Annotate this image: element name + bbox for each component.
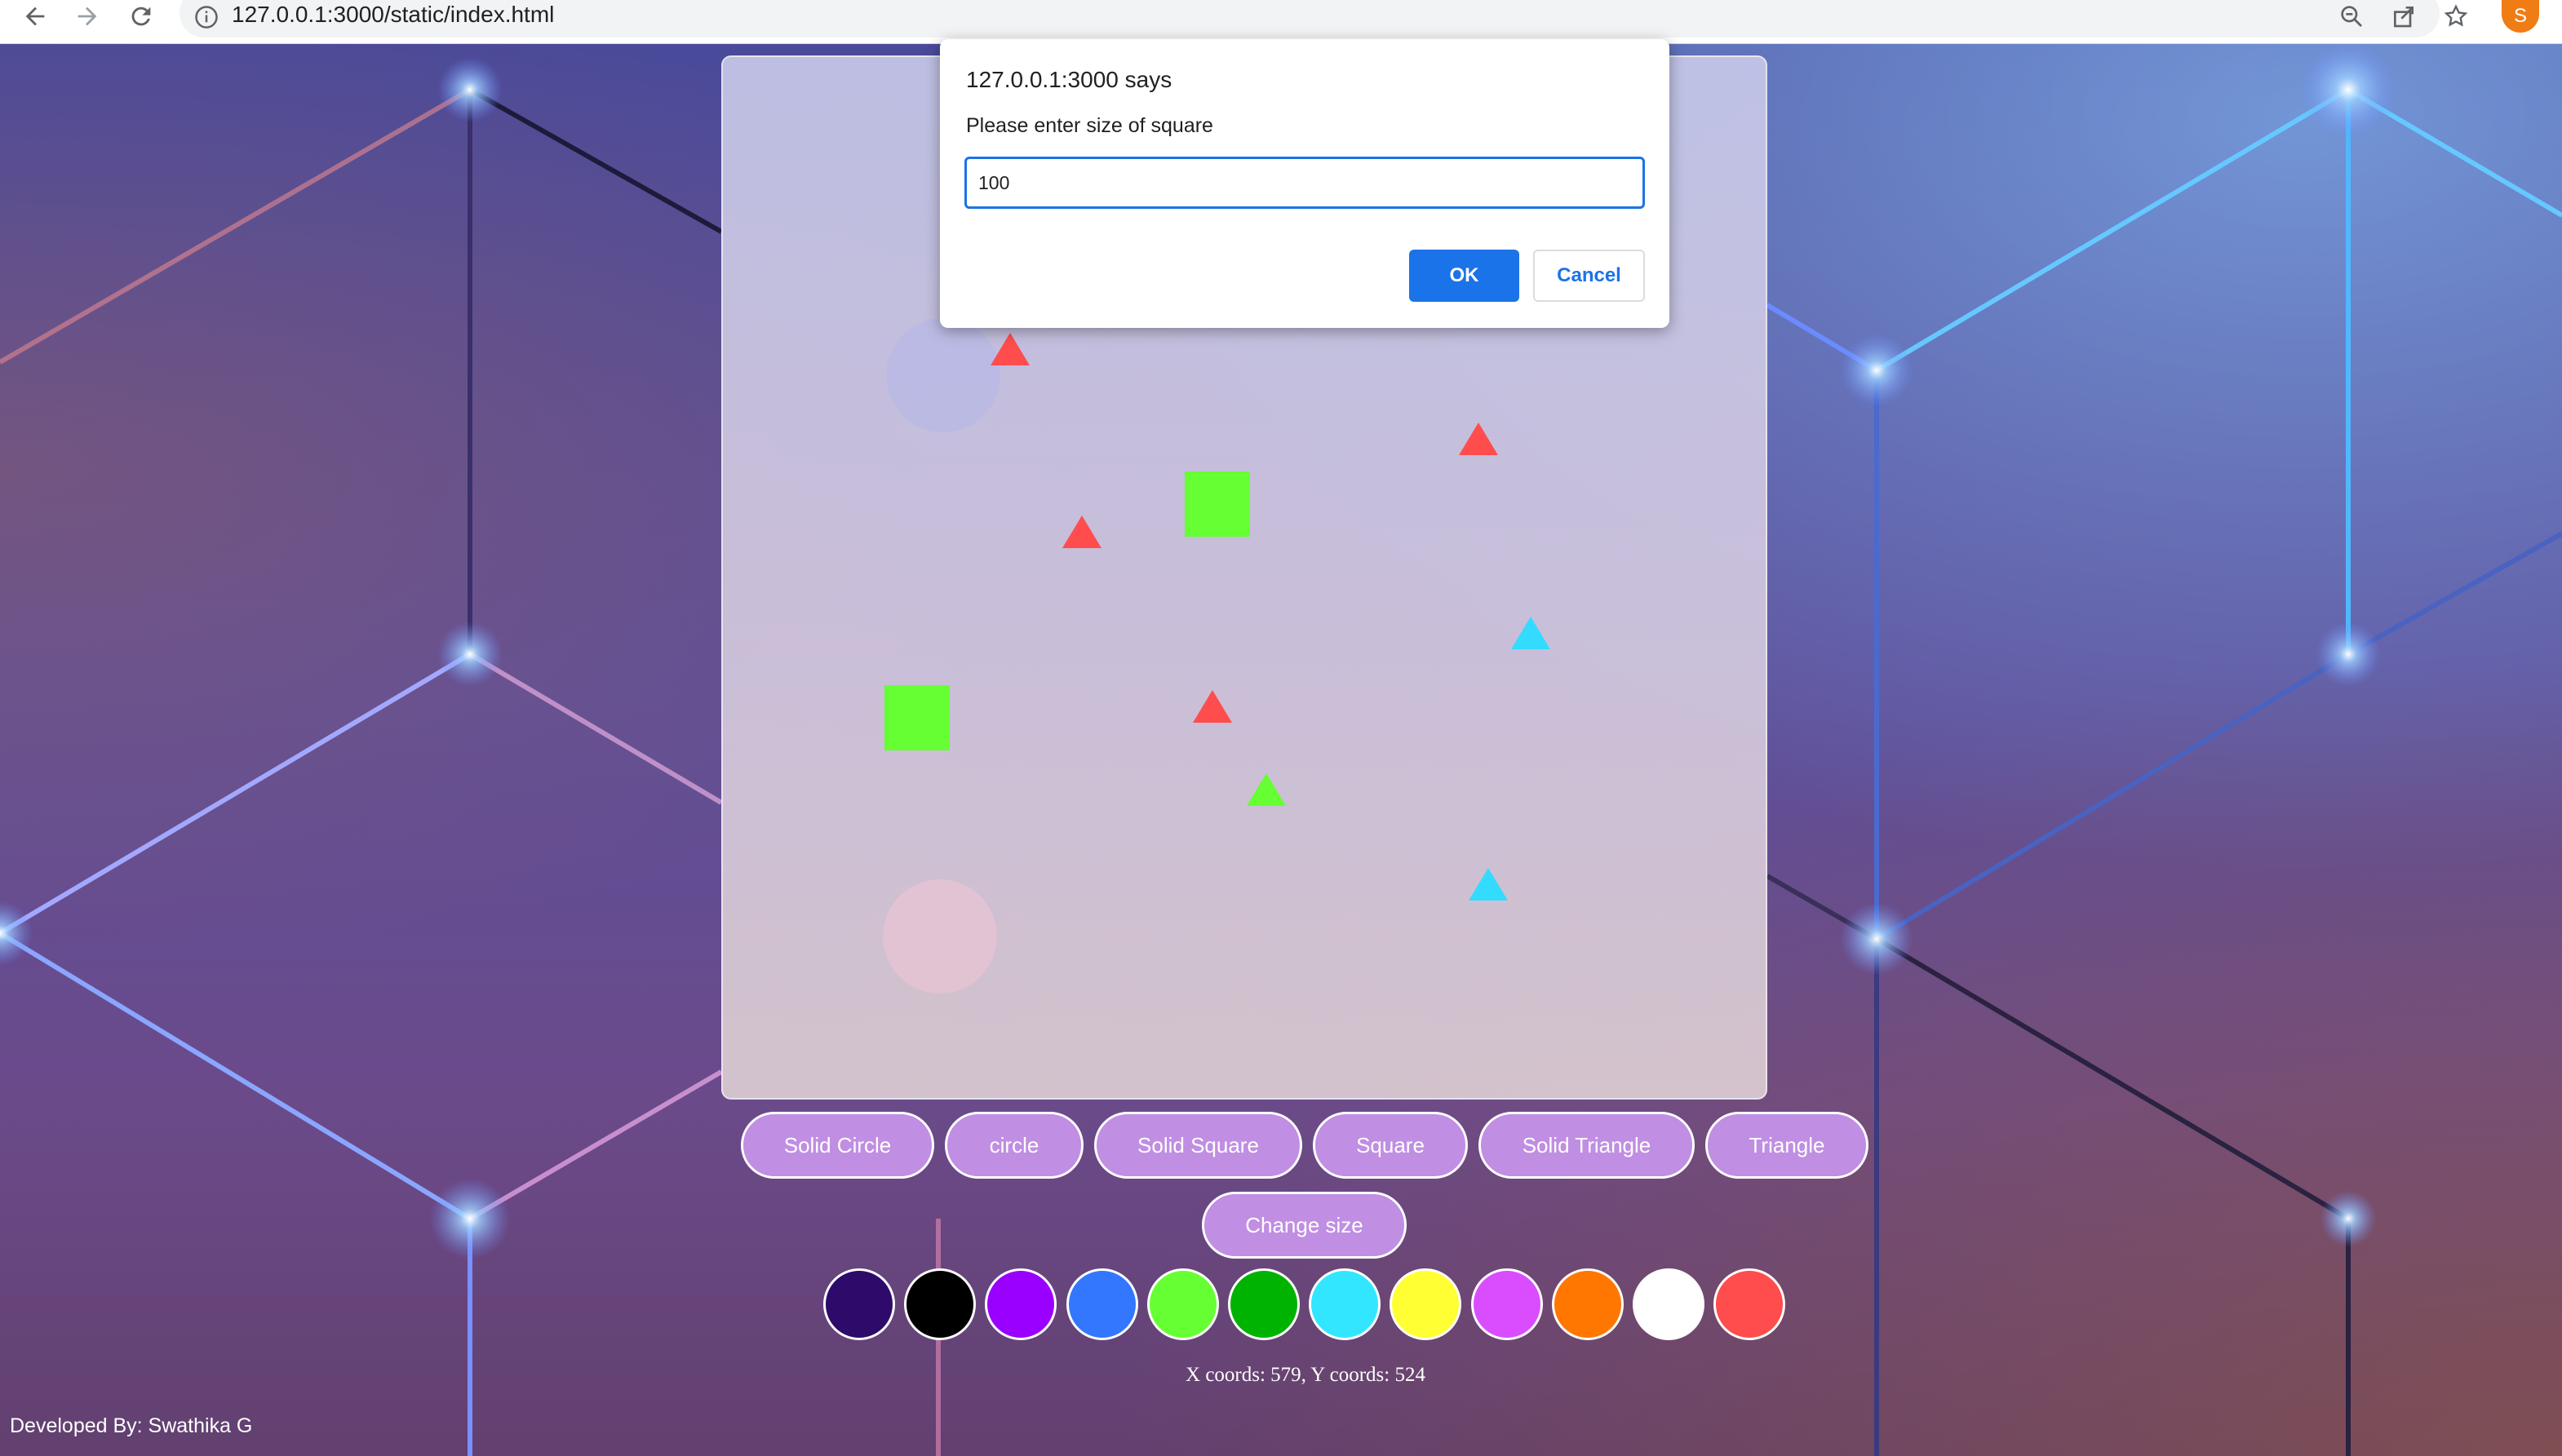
- canvas-triangle: [1247, 773, 1286, 806]
- canvas-triangle: [1469, 868, 1508, 901]
- color-swatch[interactable]: [904, 1268, 977, 1340]
- zoom-out-icon[interactable]: [2335, 0, 2368, 33]
- circle-button[interactable]: circle: [945, 1112, 1084, 1179]
- browser-toolbar: 127.0.0.1:3000/static/index.html S: [0, 0, 2562, 44]
- developer-credit: Developed By: Swathika G: [10, 1414, 253, 1437]
- square-button[interactable]: Square: [1313, 1112, 1468, 1179]
- color-swatch[interactable]: [1470, 1268, 1543, 1340]
- color-swatch[interactable]: [1633, 1268, 1704, 1340]
- forward-arrow-icon[interactable]: [67, 0, 108, 33]
- color-swatch[interactable]: [1228, 1268, 1300, 1340]
- url-text: 127.0.0.1:3000/static/index.html: [232, 2, 555, 27]
- color-swatch[interactable]: [985, 1268, 1057, 1340]
- canvas-square: [1185, 471, 1250, 537]
- color-swatch[interactable]: [1066, 1268, 1138, 1340]
- coordinates-readout: X coords: 579, Y coords: 524: [1186, 1364, 1425, 1386]
- solid-triangle-button[interactable]: Solid Triangle: [1478, 1112, 1695, 1179]
- prompt-dialog: 127.0.0.1:3000 says Please enter size of…: [940, 39, 1669, 328]
- square-size-input[interactable]: [964, 157, 1645, 209]
- color-swatch[interactable]: [1309, 1268, 1381, 1340]
- canvas-triangle: [1062, 516, 1101, 548]
- back-arrow-icon[interactable]: [15, 0, 55, 33]
- color-swatch[interactable]: [823, 1268, 895, 1340]
- color-swatch[interactable]: [1146, 1268, 1219, 1340]
- canvas-square: [884, 685, 950, 750]
- dialog-title: 127.0.0.1:3000 says: [966, 67, 1172, 92]
- canvas-triangle: [991, 333, 1030, 365]
- triangle-button[interactable]: Triangle: [1705, 1112, 1868, 1179]
- dialog-message: Please enter size of square: [966, 114, 1213, 137]
- share-icon[interactable]: [2387, 0, 2420, 33]
- canvas-triangle: [1511, 617, 1550, 649]
- cancel-button[interactable]: Cancel: [1533, 250, 1645, 302]
- change-size-button[interactable]: Change size: [1202, 1192, 1407, 1259]
- color-swatch[interactable]: [1390, 1268, 1462, 1340]
- canvas-triangle: [1193, 690, 1232, 723]
- address-bar[interactable]: 127.0.0.1:3000/static/index.html: [180, 0, 2440, 38]
- color-swatch[interactable]: [1551, 1268, 1624, 1340]
- solid-circle-button[interactable]: Solid Circle: [741, 1112, 934, 1179]
- canvas-triangle: [1459, 423, 1498, 455]
- site-info-icon[interactable]: [194, 5, 219, 29]
- ok-button[interactable]: OK: [1409, 250, 1519, 302]
- bookmark-star-icon[interactable]: [2440, 0, 2472, 33]
- color-swatch[interactable]: [1713, 1268, 1786, 1340]
- reload-icon[interactable]: [121, 0, 162, 33]
- profile-avatar[interactable]: S: [2502, 0, 2539, 33]
- solid-square-button[interactable]: Solid Square: [1094, 1112, 1302, 1179]
